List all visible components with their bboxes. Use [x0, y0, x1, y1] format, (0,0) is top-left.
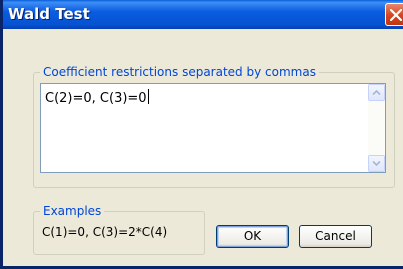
vertical-scrollbar[interactable] [368, 84, 385, 172]
close-icon [390, 9, 402, 21]
scroll-down-button[interactable] [368, 155, 385, 172]
scroll-up-button[interactable] [368, 84, 385, 101]
cancel-button[interactable]: Cancel [299, 225, 372, 248]
chevron-up-icon [372, 89, 381, 96]
text-caret [147, 89, 149, 104]
restrictions-input[interactable]: C(2)=0, C(3)=0 [40, 83, 386, 173]
wald-test-dialog: Wald Test Coefficient restrictions separ… [0, 0, 403, 269]
title-bar[interactable]: Wald Test [3, 0, 403, 29]
ok-button[interactable]: OK [216, 225, 289, 248]
restrictions-label: Coefficient restrictions separated by co… [40, 65, 319, 79]
restrictions-value: C(2)=0, C(3)=0 [45, 91, 147, 106]
restrictions-group: Coefficient restrictions separated by co… [33, 65, 395, 188]
example-text: C(1)=0, C(3)=2*C(4) [42, 225, 168, 239]
window-title: Wald Test [8, 5, 90, 23]
examples-label: Examples [40, 204, 105, 218]
chevron-down-icon [372, 160, 381, 167]
examples-group: Examples C(1)=0, C(3)=2*C(4) [33, 204, 205, 255]
close-button[interactable] [385, 3, 403, 26]
